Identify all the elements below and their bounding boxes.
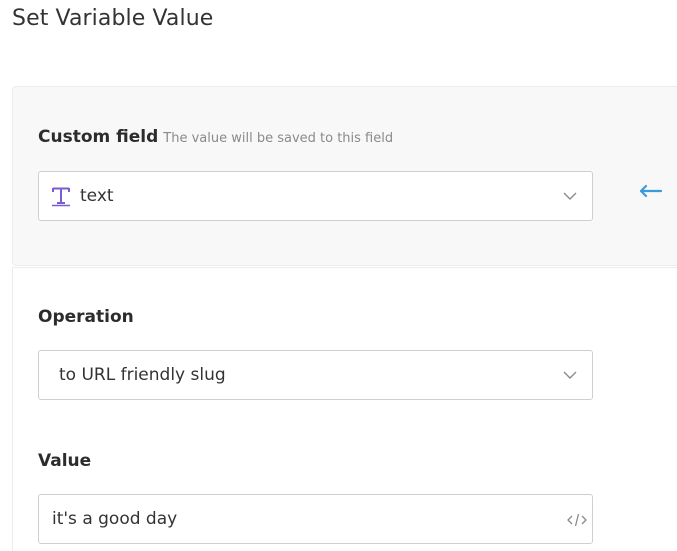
custom-field-label: Custom field: [38, 127, 159, 147]
page-title: Set Variable Value: [12, 6, 214, 31]
text-type-icon: [52, 187, 70, 207]
custom-field-label-row: Custom field The value will be saved to …: [38, 127, 393, 147]
chevron-down-icon: [563, 192, 577, 200]
custom-field-select-value: text: [80, 186, 114, 206]
operation-select[interactable]: to URL friendly slug: [38, 350, 593, 400]
operation-label-row: Operation: [38, 307, 134, 327]
chevron-down-icon: [563, 371, 577, 379]
custom-field-select[interactable]: text: [38, 171, 593, 221]
arrow-left-icon[interactable]: [639, 183, 665, 199]
value-input-text[interactable]: it's a good day: [52, 509, 177, 529]
value-label: Value: [38, 451, 92, 471]
set-variable-value-page: Set Variable Value Custom field The valu…: [0, 0, 677, 551]
custom-field-hint: The value will be saved to this field: [163, 131, 394, 146]
operation-label: Operation: [38, 307, 134, 327]
value-input[interactable]: it's a good day: [38, 494, 593, 544]
value-label-row: Value: [38, 451, 91, 471]
operation-select-value: to URL friendly slug: [59, 365, 226, 385]
code-icon[interactable]: [567, 512, 587, 528]
